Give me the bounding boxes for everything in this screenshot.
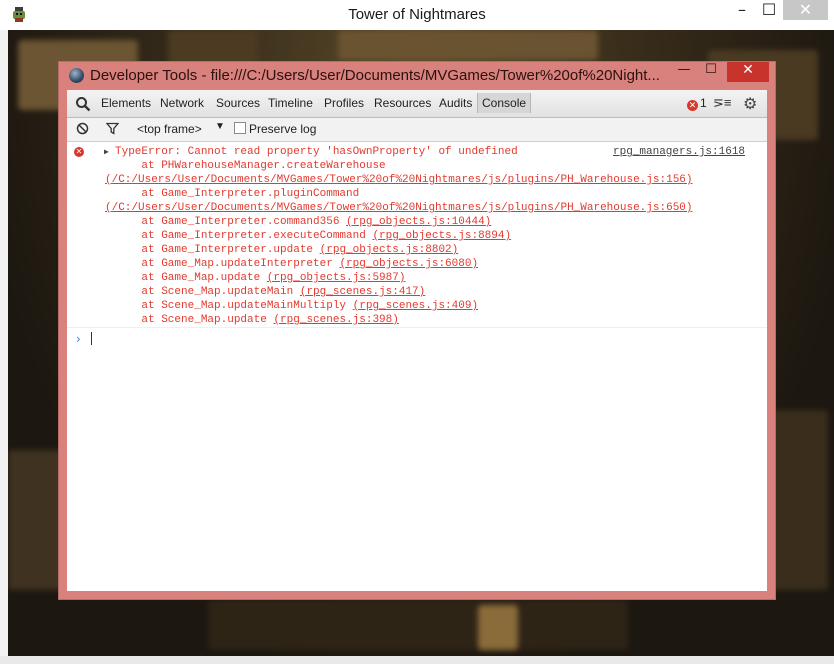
- devtools-close-button[interactable]: ✕: [727, 62, 769, 82]
- blurred-tile: [338, 30, 598, 60]
- stack-frame: at Game_Map.update (rpg_objects.js:5987): [115, 271, 405, 285]
- gear-icon[interactable]: ⚙: [743, 94, 757, 114]
- error-icon: ✕: [687, 100, 698, 111]
- tab-audits[interactable]: Audits: [439, 96, 472, 110]
- console-output: ✕ ▶ TypeError: Cannot read property 'has…: [67, 142, 767, 591]
- stack-frame-text: at Game_Map.updateInterpreter: [115, 258, 340, 270]
- close-button[interactable]: ✕: [783, 0, 828, 20]
- devtools-titlebar: Developer Tools - file:///C:/Users/User/…: [59, 62, 775, 90]
- preserve-log-checkbox[interactable]: [234, 122, 246, 134]
- maximize-button[interactable]: ☐: [756, 0, 782, 20]
- tab-network[interactable]: Network: [160, 96, 204, 110]
- stack-frame-link[interactable]: (rpg_objects.js:6080): [339, 258, 478, 270]
- console-prompt-row[interactable]: ›: [67, 330, 767, 348]
- prompt-chevron-icon: ›: [76, 332, 81, 346]
- devtools-client: Elements Network Sources Timeline Profil…: [67, 90, 767, 591]
- stack-frame-link[interactable]: (rpg_objects.js:8894): [372, 230, 511, 242]
- console-input-caret[interactable]: [91, 332, 92, 345]
- window-border: [0, 30, 8, 656]
- error-source-link[interactable]: rpg_managers.js:1618: [613, 146, 745, 158]
- console-error-message[interactable]: ✕ ▶ TypeError: Cannot read property 'has…: [67, 142, 767, 328]
- stack-frame: at Scene_Map.updateMain (rpg_scenes.js:4…: [115, 285, 425, 299]
- error-text: TypeError: Cannot read property 'hasOwnP…: [115, 146, 518, 158]
- chevron-down-icon[interactable]: ▼: [215, 121, 225, 132]
- clear-console-icon[interactable]: [76, 122, 89, 135]
- tab-sources[interactable]: Sources: [216, 96, 260, 110]
- stack-frame: (/C:/Users/User/Documents/MVGames/Tower%…: [105, 201, 693, 215]
- stack-frame-text: at Game_Interpreter.pluginCommand: [115, 188, 360, 200]
- preserve-log-label: Preserve log: [249, 122, 317, 136]
- stack-frame: at Game_Map.updateInterpreter (rpg_objec…: [115, 257, 478, 271]
- stack-frame-text: at Scene_Map.updateMain: [115, 286, 300, 298]
- app-titlebar: Tower of Nightmares – ☐ ✕: [0, 0, 834, 31]
- stack-frame-link[interactable]: (rpg_scenes.js:409): [353, 300, 478, 312]
- error-counter[interactable]: ✕ 1: [687, 96, 707, 111]
- tab-timeline[interactable]: Timeline: [268, 96, 313, 110]
- blurred-tile: [478, 605, 518, 650]
- stack-frame: at Game_Interpreter.update (rpg_objects.…: [115, 243, 458, 257]
- stack-frame: at PHWarehouseManager.createWarehouse: [115, 159, 386, 173]
- stack-frame-link[interactable]: (rpg_objects.js:10444): [346, 216, 491, 228]
- stack-frame-link[interactable]: (rpg_scenes.js:398): [273, 314, 398, 326]
- console-drawer-icon[interactable]: ⋝≡: [713, 95, 731, 111]
- search-icon[interactable]: [75, 96, 91, 112]
- console-toolbar: <top frame> ▼ Preserve log: [67, 118, 767, 142]
- window-border: [0, 656, 834, 664]
- stack-frame-text: at Scene_Map.updateMainMultiply: [115, 300, 353, 312]
- error-count: 1: [700, 96, 707, 110]
- blurred-tile: [768, 410, 828, 590]
- stack-frame-text: at Game_Map.update: [115, 272, 267, 284]
- tab-console[interactable]: Console: [477, 93, 532, 113]
- tab-resources[interactable]: Resources: [374, 96, 431, 110]
- devtools-window: Developer Tools - file:///C:/Users/User/…: [59, 62, 775, 599]
- minimize-button[interactable]: –: [729, 0, 755, 20]
- stack-frame-link[interactable]: (/C:/Users/User/Documents/MVGames/Tower%…: [105, 174, 693, 186]
- stack-frame: at Game_Interpreter.executeCommand (rpg_…: [115, 229, 511, 243]
- stack-frame-link[interactable]: (rpg_scenes.js:417): [300, 286, 425, 298]
- stack-frame: (/C:/Users/User/Documents/MVGames/Tower%…: [105, 173, 693, 187]
- stack-frame: at Game_Interpreter.pluginCommand: [115, 187, 359, 201]
- devtools-icon: [69, 68, 84, 83]
- expand-triangle-icon[interactable]: ▶: [104, 147, 109, 157]
- tab-profiles[interactable]: Profiles: [324, 96, 364, 110]
- stack-frame-text: at Game_Interpreter.executeCommand: [115, 230, 373, 242]
- devtools-title: Developer Tools - file:///C:/Users/User/…: [90, 67, 660, 84]
- app-title: Tower of Nightmares: [348, 6, 486, 23]
- stack-frame: at Scene_Map.updateMainMultiply (rpg_sce…: [115, 299, 478, 313]
- stack-frame: at Game_Interpreter.command356 (rpg_obje…: [115, 215, 491, 229]
- devtools-maximize-button[interactable]: ☐: [700, 62, 722, 80]
- error-icon: ✕: [74, 147, 84, 157]
- stack-frame-text: at Game_Interpreter.update: [115, 244, 320, 256]
- tab-elements[interactable]: Elements: [101, 96, 151, 110]
- stack-frame-text: at Game_Interpreter.command356: [115, 216, 347, 228]
- stack-frame-text: at PHWarehouseManager.createWarehouse: [115, 160, 386, 172]
- stack-frame-link[interactable]: (rpg_objects.js:8802): [320, 244, 459, 256]
- tab-toolbar: Elements Network Sources Timeline Profil…: [67, 90, 767, 118]
- devtools-minimize-button[interactable]: —: [673, 62, 695, 80]
- filter-icon[interactable]: [106, 122, 119, 135]
- frame-select[interactable]: <top frame>: [137, 122, 202, 136]
- stack-frame: at Scene_Map.update (rpg_scenes.js:398): [115, 313, 398, 327]
- blurred-tile: [208, 600, 628, 650]
- stack-frame-link[interactable]: (rpg_objects.js:5987): [267, 272, 406, 284]
- stack-frame-text: at Scene_Map.update: [115, 314, 274, 326]
- stack-frame-link[interactable]: (/C:/Users/User/Documents/MVGames/Tower%…: [105, 202, 693, 214]
